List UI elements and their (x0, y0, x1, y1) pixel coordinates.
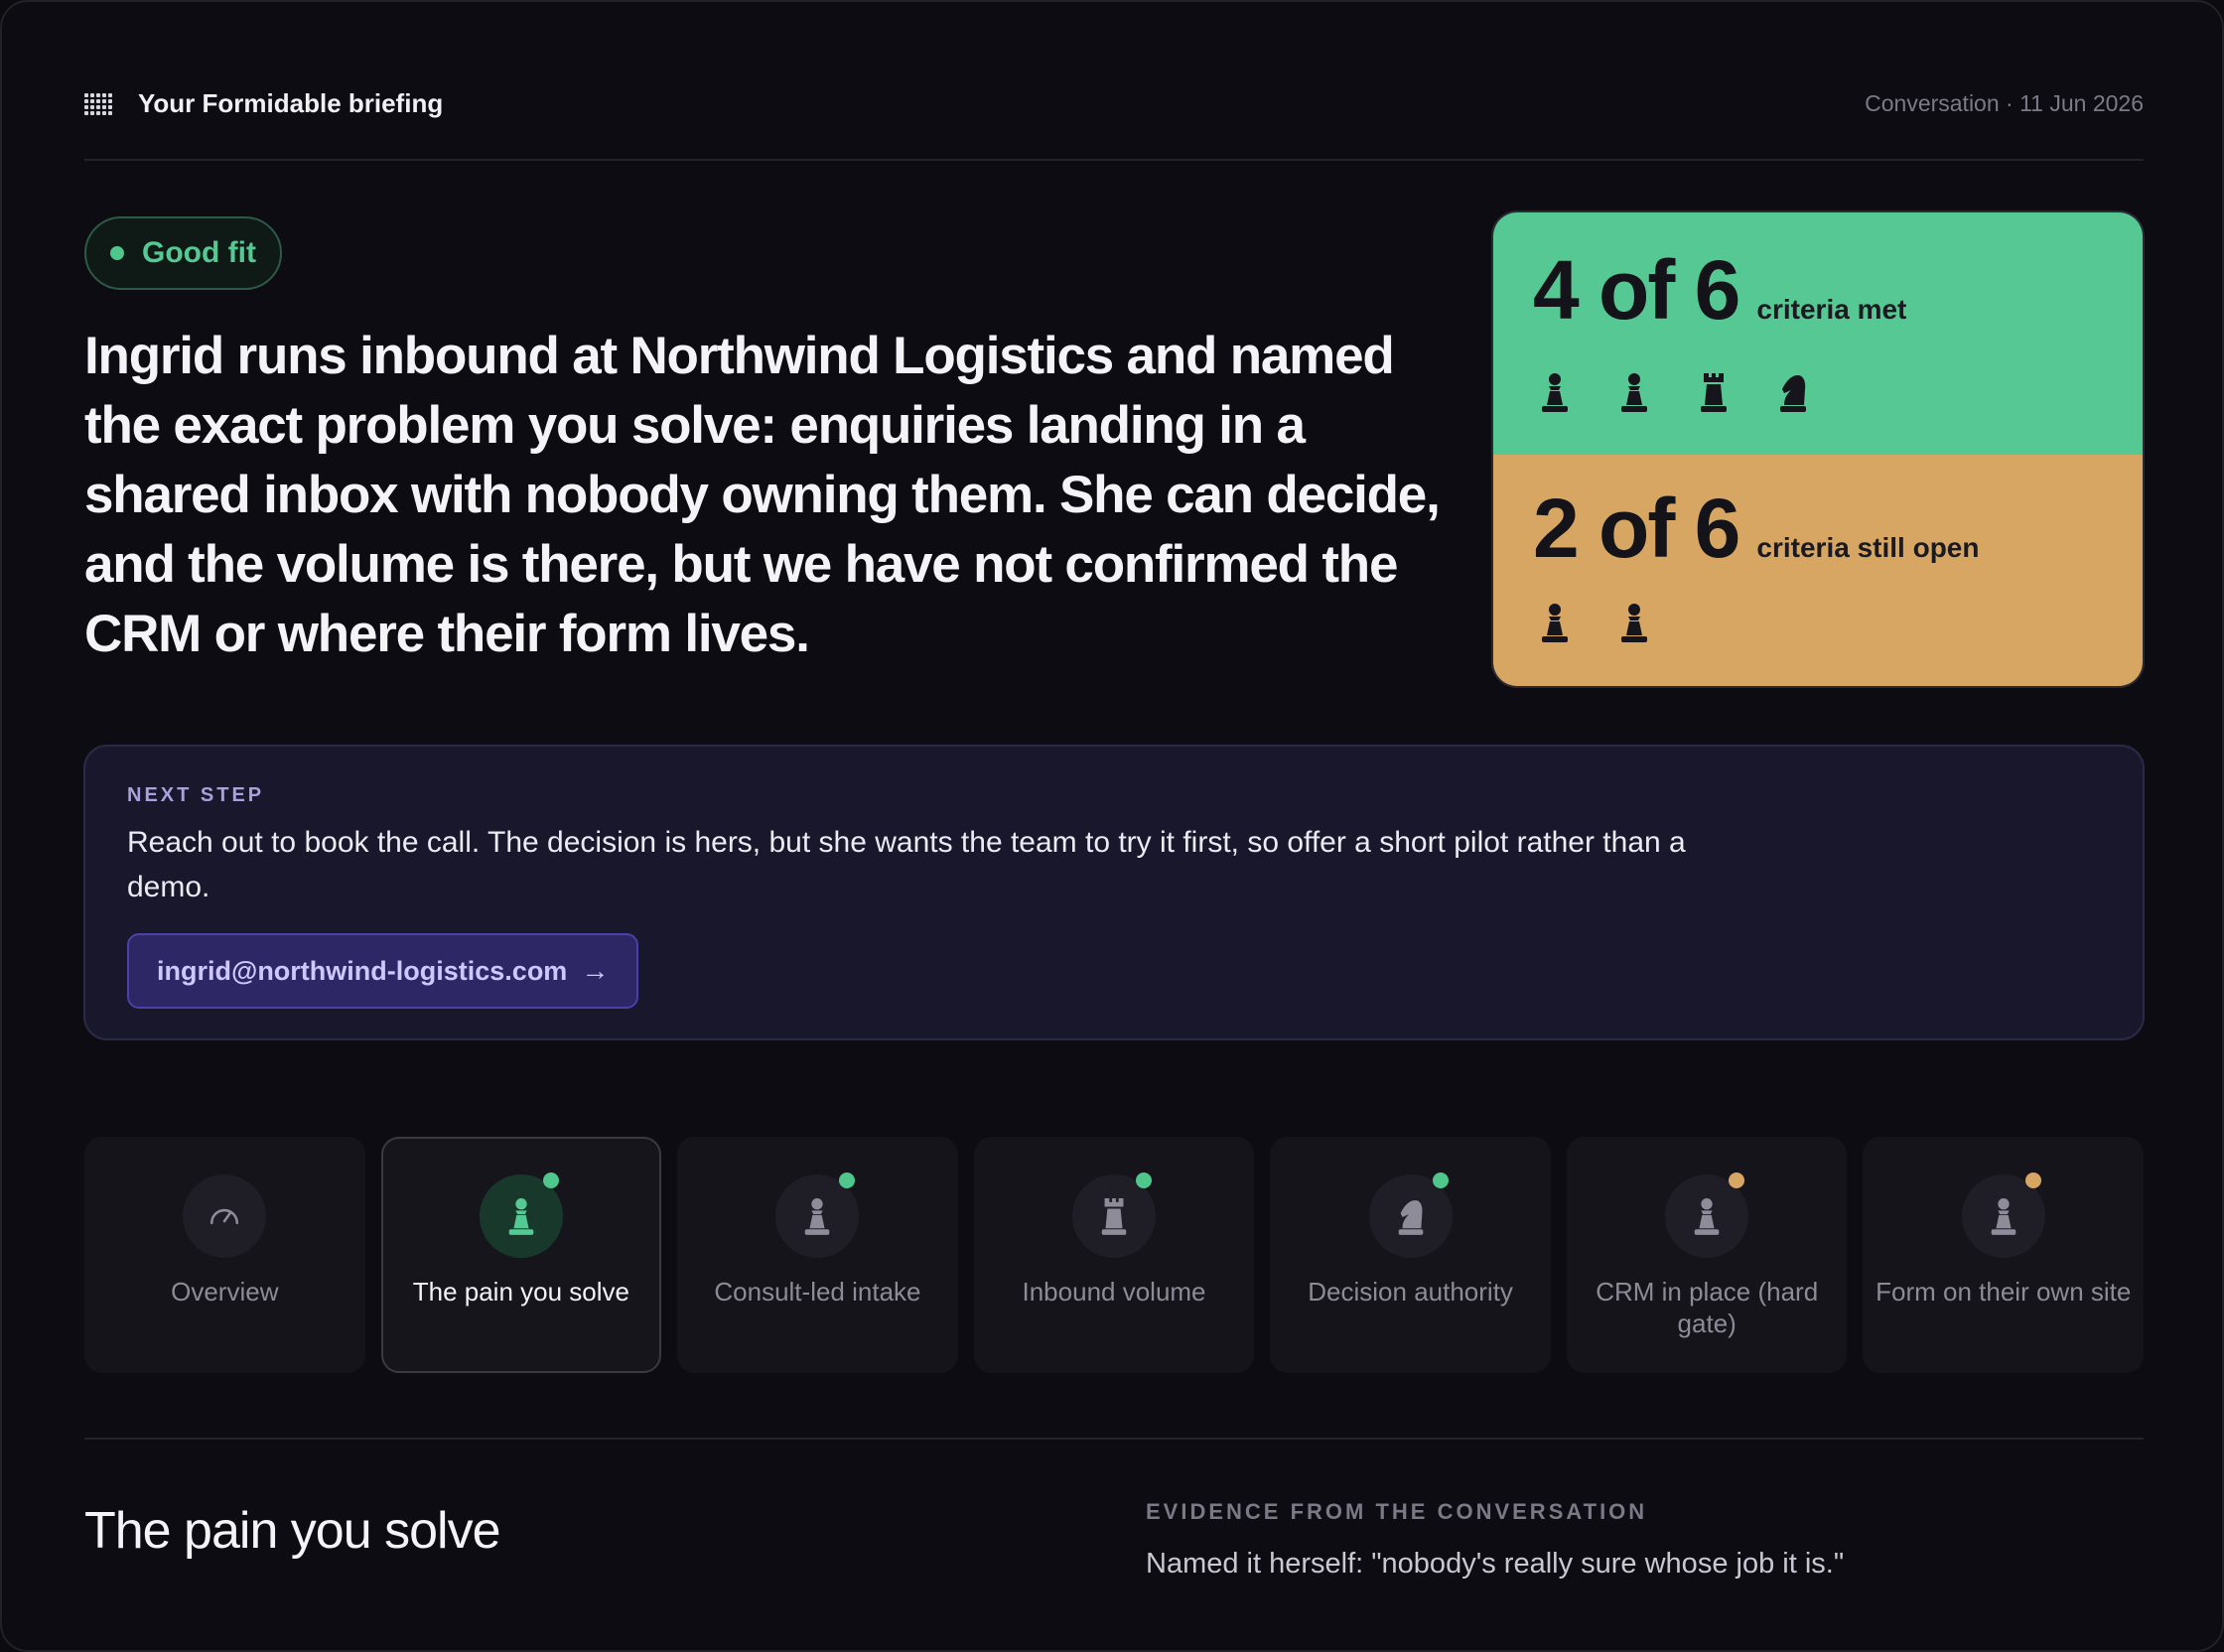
criteria-card: 4 of 6 criteria met 2 of 6 criteria stil… (1491, 210, 2145, 688)
rook-icon (1101, 1198, 1127, 1235)
app-window: Your Formidable briefing Conversation · … (0, 0, 2224, 1652)
section-title: The pain you solve (84, 1502, 500, 1560)
status-dot-met (1136, 1172, 1153, 1188)
tab-label: CRM in place (hard gate) (1596, 1277, 1819, 1338)
tab-the-pain-you-solve[interactable]: The pain you solve (380, 1137, 662, 1373)
fit-badge-label: Good fit (142, 236, 256, 269)
knight-icon (1780, 375, 1806, 412)
met-pieces (1537, 371, 1811, 413)
tab-label: Form on their own site (1876, 1277, 2132, 1307)
status-dot-met (839, 1172, 856, 1188)
pawn-icon (1694, 1198, 1720, 1235)
knight-icon (1398, 1199, 1423, 1235)
page-title: Your Formidable briefing (138, 88, 444, 118)
rook-icon (1701, 373, 1727, 412)
pawn-icon (508, 1198, 534, 1235)
tab-decision-authority[interactable]: Decision authority (1270, 1137, 1551, 1373)
pawn-icon (1542, 373, 1568, 412)
tab-overview[interactable]: Overview (84, 1137, 365, 1373)
next-step-text: Reach out to book the call. The decision… (127, 826, 1686, 903)
pawn-icon (1621, 604, 1647, 642)
evidence-label: EVIDENCE FROM THE CONVERSATION (1146, 1499, 1648, 1524)
status-dot (110, 246, 124, 260)
header-bar: Your Formidable briefing Conversation · … (84, 71, 2144, 161)
pawn-icon (1542, 604, 1568, 642)
next-step-panel: NEXT STEP Reach out to book the call. Th… (83, 745, 2145, 1040)
criteria-met-count: 4 of 6 (1533, 243, 1740, 337)
pawn-icon (805, 1198, 830, 1235)
tab-crm-in-place[interactable]: CRM in place (hard gate) (1566, 1137, 1848, 1373)
fit-badge: Good fit (84, 216, 282, 290)
summary-text: Ingrid runs inbound at Northwind Logisti… (84, 327, 1441, 663)
tab-label: Decision authority (1308, 1277, 1513, 1307)
tab-label: Inbound volume (1022, 1277, 1206, 1307)
criteria-open-count: 2 of 6 (1533, 482, 1740, 575)
status-dot-met (542, 1172, 559, 1188)
next-step-label: NEXT STEP (127, 784, 265, 806)
email-address: ingrid@northwind-logistics.com (157, 955, 568, 986)
brand: Your Formidable briefing (84, 88, 443, 119)
status-dot-open (2024, 1172, 2041, 1188)
gauge-icon (210, 1208, 239, 1225)
open-pieces (1537, 602, 1652, 643)
tab-label: The pain you solve (412, 1277, 629, 1307)
divider (84, 1438, 2144, 1440)
tab-form-on-their-own-site[interactable]: Form on their own site (1863, 1137, 2145, 1373)
tab-label: Consult-led intake (714, 1277, 921, 1307)
tab-label: Overview (171, 1277, 279, 1307)
pawn-icon (1991, 1198, 2016, 1235)
arrow-right-icon: → (581, 955, 610, 986)
status-dot-met (1432, 1172, 1449, 1188)
criteria-open-label: criteria still open (1756, 532, 1980, 563)
criteria-met-panel: 4 of 6 criteria met (1493, 212, 2143, 455)
conversation-date: Conversation · 11 Jun 2026 (1865, 90, 2144, 116)
criteria-tabs: Overview The pain you solve Consult-led … (84, 1137, 2145, 1373)
criteria-open-panel: 2 of 6 criteria still open (1493, 455, 2143, 686)
criteria-met-label: criteria met (1756, 294, 1907, 325)
email-button[interactable]: ingrid@northwind-logistics.com → (127, 933, 639, 1009)
evidence-text: Named it herself: "nobody's really sure … (1146, 1548, 1845, 1580)
grid-icon (84, 92, 112, 115)
tab-inbound-volume[interactable]: Inbound volume (973, 1137, 1255, 1373)
tab-consult-led-intake[interactable]: Consult-led intake (677, 1137, 958, 1373)
status-dot-open (1729, 1172, 1745, 1188)
pawn-icon (1621, 373, 1647, 412)
